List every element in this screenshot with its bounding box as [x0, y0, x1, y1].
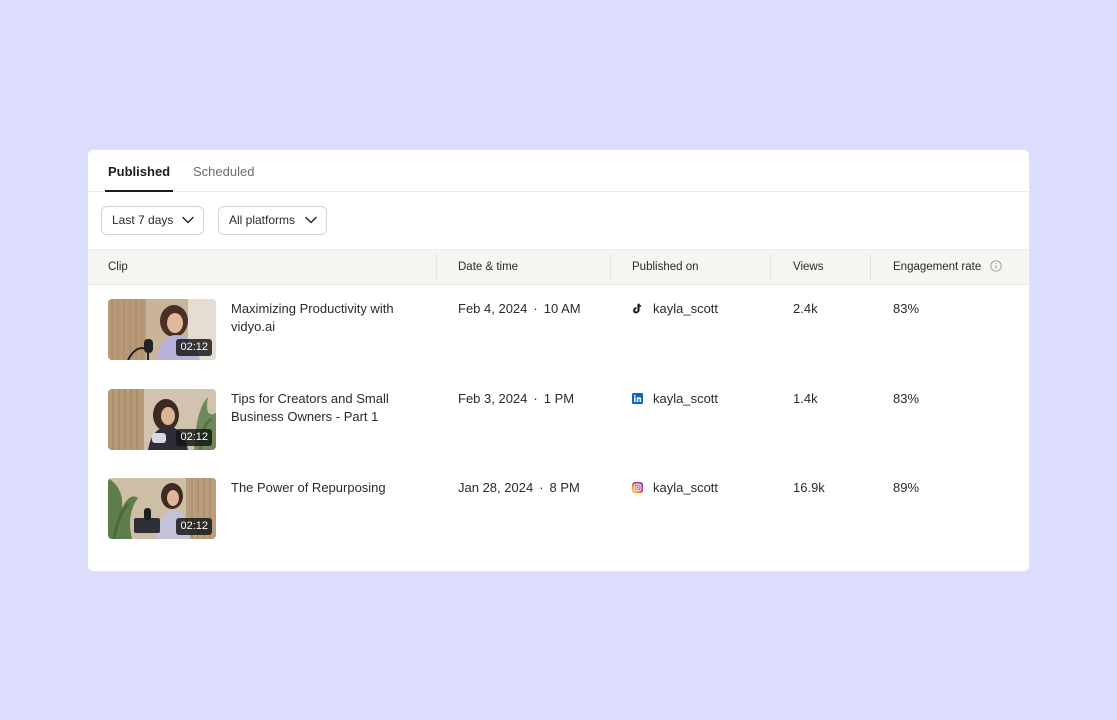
platforms-label: All platforms — [229, 213, 296, 227]
separator: · — [533, 301, 538, 316]
account-name[interactable]: kayla_scott — [653, 480, 718, 495]
clip-title[interactable]: Maximizing Productivity with vidyo.ai — [231, 300, 421, 336]
date: Feb 3, 2024 — [458, 390, 528, 406]
tab-published[interactable]: Published — [104, 150, 174, 192]
column-header-engagement-rate[interactable]: Engagement rate — [893, 250, 1003, 284]
tiktok-icon — [632, 303, 642, 314]
published-clips-card: Published Scheduled Last 7 days All plat… — [87, 149, 1030, 572]
date-time-cell: Jan 28, 2024 · 8 PM — [458, 479, 580, 497]
clip-thumbnail[interactable]: 02:12 — [108, 478, 216, 539]
date: Jan 28, 2024 — [458, 480, 534, 495]
chevron-down-icon — [182, 216, 194, 224]
table-row[interactable]: 02:12 Tips for Creators and Small Busine… — [88, 375, 1029, 465]
info-icon[interactable] — [990, 260, 1003, 272]
duration-badge: 02:12 — [176, 518, 212, 535]
instagram-icon — [632, 482, 643, 493]
date-time-cell: Feb 4, 2024 · 10 AM — [458, 300, 581, 318]
tab-bar: Published Scheduled — [88, 150, 1029, 192]
tab-scheduled[interactable]: Scheduled — [193, 150, 254, 191]
views-cell: 1.4k — [793, 390, 818, 406]
time: 8 PM — [549, 480, 580, 495]
column-header-views[interactable]: Views — [793, 250, 823, 284]
published-on-cell: kayla_scott — [632, 390, 718, 408]
published-on-cell: kayla_scott — [632, 479, 718, 497]
platforms-dropdown[interactable]: All platforms — [218, 206, 327, 235]
linkedin-icon — [632, 392, 643, 404]
date: Feb 4, 2024 — [458, 301, 528, 316]
column-header-date-time[interactable]: Date & time — [458, 250, 518, 284]
account-name[interactable]: kayla_scott — [653, 391, 718, 406]
views-cell: 16.9k — [793, 480, 825, 495]
column-header-clip[interactable]: Clip — [108, 250, 128, 284]
date-range-label: Last 7 days — [112, 213, 174, 227]
column-divider[interactable] — [436, 254, 437, 280]
engagement-rate-label: Engagement rate — [893, 261, 982, 273]
table-row[interactable]: 02:12 Maximizing Productivity with vidyo… — [88, 285, 1029, 375]
column-divider[interactable] — [870, 254, 871, 280]
clip-title[interactable]: The Power of Repurposing — [231, 479, 421, 497]
table-header: Clip Date & time Published on Views Enga… — [88, 249, 1029, 285]
engagement-rate-cell: 83% — [893, 390, 920, 406]
date-range-dropdown[interactable]: Last 7 days — [101, 206, 204, 235]
separator: · — [533, 390, 538, 406]
column-divider[interactable] — [770, 254, 771, 280]
duration-badge: 02:12 — [176, 339, 212, 356]
views-cell: 2.4k — [793, 301, 818, 316]
duration-badge: 02:12 — [176, 428, 212, 446]
clip-title[interactable]: Tips for Creators and Small Business Own… — [231, 390, 421, 426]
column-header-published-on[interactable]: Published on — [632, 250, 699, 284]
clip-thumbnail[interactable]: 02:12 — [108, 388, 216, 450]
column-divider[interactable] — [610, 254, 611, 280]
chevron-down-icon — [305, 216, 317, 224]
separator: · — [539, 480, 544, 495]
published-on-cell: kayla_scott — [632, 300, 718, 318]
account-name[interactable]: kayla_scott — [653, 301, 718, 316]
filter-bar: Last 7 days All platforms — [88, 192, 1029, 249]
table-row[interactable]: 02:12 The Power of Repurposing Jan 28, 2… — [88, 464, 1029, 554]
engagement-rate-cell: 83% — [893, 301, 920, 316]
clip-thumbnail[interactable]: 02:12 — [108, 299, 216, 360]
time: 1 PM — [543, 390, 575, 406]
date-time-cell: Feb 3, 2024 · 1 PM — [458, 390, 574, 408]
time: 10 AM — [543, 301, 581, 316]
engagement-rate-cell: 89% — [893, 480, 920, 495]
